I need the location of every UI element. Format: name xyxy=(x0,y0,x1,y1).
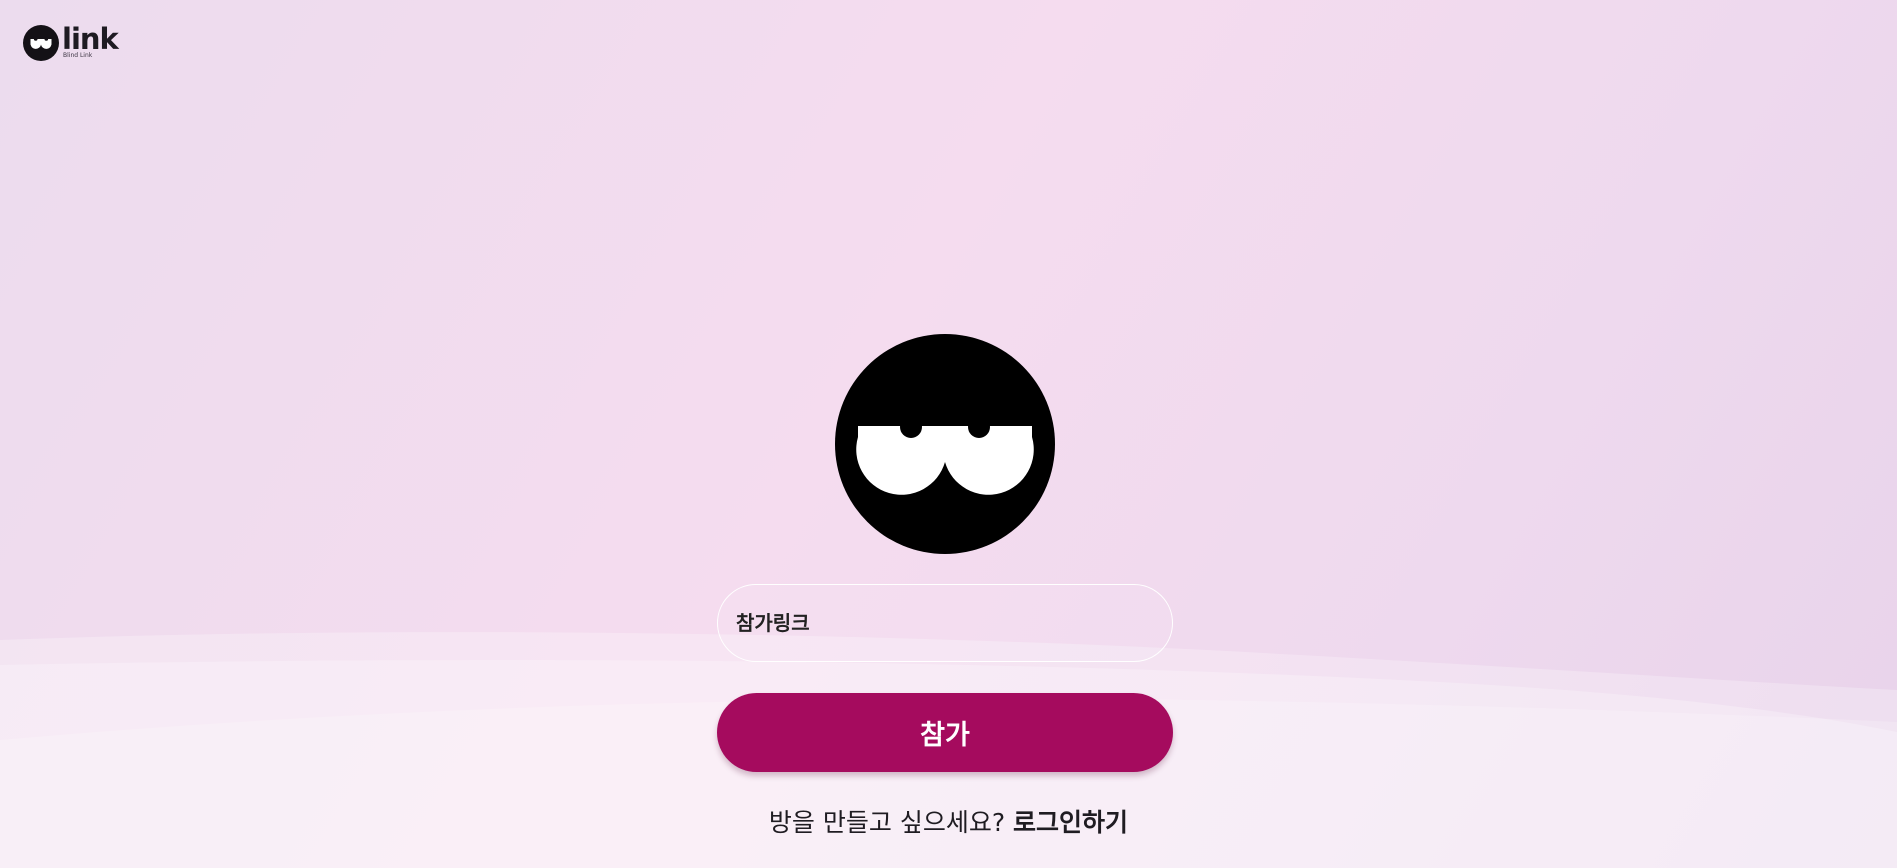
join-link-input[interactable] xyxy=(717,584,1173,662)
create-room-prompt: 방을 만들고 싶으세요? 로그인하기 xyxy=(0,806,1897,840)
login-link[interactable]: 로그인하기 xyxy=(1013,808,1128,837)
blink-eyes-icon xyxy=(835,334,1055,554)
create-room-question: 방을 만들고 싶으세요? xyxy=(768,808,1006,837)
join-button[interactable]: 참가 xyxy=(717,693,1173,772)
logo-subtitle: Blind Link xyxy=(63,52,93,59)
app-logo[interactable]: link Blind Link xyxy=(23,22,119,61)
blink-logo-icon xyxy=(23,25,59,61)
logo-text: link Blind Link xyxy=(62,22,119,59)
logo-wordmark: link xyxy=(62,22,119,56)
